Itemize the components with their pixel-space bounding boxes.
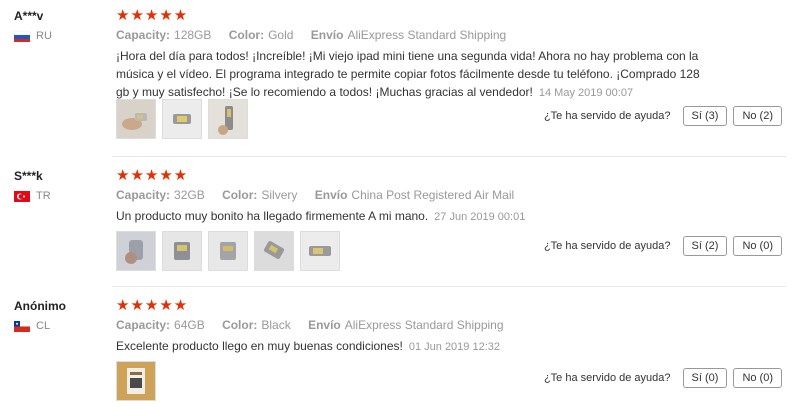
review-photo[interactable] <box>116 99 156 139</box>
helpful-vote: ¿Te ha servido de ayuda? Sí (3) No (2) <box>544 106 782 126</box>
attr-key: Color: <box>222 188 258 202</box>
helpful-question: ¿Te ha servido de ayuda? <box>543 240 671 252</box>
attr-key: Capacity: <box>116 318 171 332</box>
attr-value: China Post Registered Air Mail <box>351 188 515 202</box>
turkey-flag-icon <box>14 190 30 202</box>
review-photo[interactable] <box>162 231 202 271</box>
attr-key: Capacity: <box>116 28 171 42</box>
attr-key: Envío <box>308 318 341 332</box>
attr-key: Envío <box>310 28 344 42</box>
sku-attributes: Capacity: 128GB Color: Gold Envío AliExpres… <box>116 28 520 42</box>
review-photos <box>116 231 340 271</box>
review-date: 27 Jun 2019 00:01 <box>434 211 526 223</box>
divider <box>112 286 786 287</box>
review-text: ¡Hora del día para todos! ¡Increíble! ¡M… <box>116 47 714 102</box>
helpful-vote: ¿Te ha servido de ayuda? Sí (2) No (0) <box>544 236 782 256</box>
sku-attributes: Capacity: 64GB Color: Black Envío AliExpres… <box>116 318 518 332</box>
buyer-name: A***v <box>14 9 44 23</box>
review-photo[interactable] <box>116 361 156 401</box>
helpful-question: ¿Te ha servido de ayuda? <box>543 110 671 122</box>
review-photo[interactable] <box>162 99 202 139</box>
helpful-no-button[interactable]: No (0) <box>733 368 782 388</box>
attr-value: Black <box>261 318 291 332</box>
attr-key: Color: <box>228 28 265 42</box>
review-photos <box>116 361 156 401</box>
buyer-name: Anónimo <box>14 299 66 313</box>
attr-value: AliExpress Standard Shipping <box>347 28 507 42</box>
review-photo[interactable] <box>208 231 248 271</box>
country-code: RU <box>36 30 52 42</box>
country-code: TR <box>36 190 51 202</box>
helpful-question: ¿Te ha servido de ayuda? <box>543 372 671 384</box>
helpful-yes-button[interactable]: Sí (2) <box>682 236 728 256</box>
divider <box>112 156 786 157</box>
sku-attributes: Capacity: 32GB Color: Silvery Envío China P… <box>116 188 528 202</box>
buyer-country: TR <box>14 190 51 202</box>
review-date: 14 May 2019 00:07 <box>538 87 634 99</box>
attr-value: 128GB <box>174 28 212 42</box>
russia-flag-icon <box>14 30 30 42</box>
attr-key: Capacity: <box>116 188 171 202</box>
review-body: Excelente producto llego en muy buenas c… <box>116 339 403 353</box>
attr-value: 32GB <box>174 188 205 202</box>
country-code: CL <box>36 320 51 332</box>
review-photos <box>116 99 248 139</box>
helpful-yes-button[interactable]: Sí (3) <box>682 106 728 126</box>
star-rating: ★★★★★ <box>116 167 189 184</box>
star-rating: ★★★★★ <box>116 7 189 24</box>
review-text: Excelente producto llego en muy buenas c… <box>116 337 716 356</box>
helpful-no-button[interactable]: No (0) <box>733 236 782 256</box>
helpful-yes-button[interactable]: Sí (0) <box>682 368 728 388</box>
review-body: Un producto muy bonito ha llegado firmem… <box>116 209 429 223</box>
buyer-country: RU <box>14 30 52 42</box>
attr-value: 64GB <box>174 318 205 332</box>
helpful-vote: ¿Te ha servido de ayuda? Sí (0) No (0) <box>544 368 782 388</box>
attr-value: AliExpress Standard Shipping <box>344 318 504 332</box>
review-date: 01 Jun 2019 12:32 <box>408 341 500 353</box>
buyer-name: S***k <box>14 169 43 183</box>
review-photo[interactable] <box>300 231 340 271</box>
review-photo[interactable] <box>254 231 294 271</box>
attr-value: Silvery <box>261 188 298 202</box>
chile-flag-icon <box>14 320 30 332</box>
star-rating: ★★★★★ <box>116 297 189 314</box>
review-text: Un producto muy bonito ha llegado firmem… <box>116 207 716 226</box>
review-photo[interactable] <box>116 231 156 271</box>
helpful-no-button[interactable]: No (2) <box>733 106 782 126</box>
buyer-country: CL <box>14 320 50 332</box>
attr-key: Color: <box>222 318 258 332</box>
review-photo[interactable] <box>208 99 248 139</box>
attr-value: Gold <box>268 28 294 42</box>
attr-key: Envío <box>314 188 348 202</box>
